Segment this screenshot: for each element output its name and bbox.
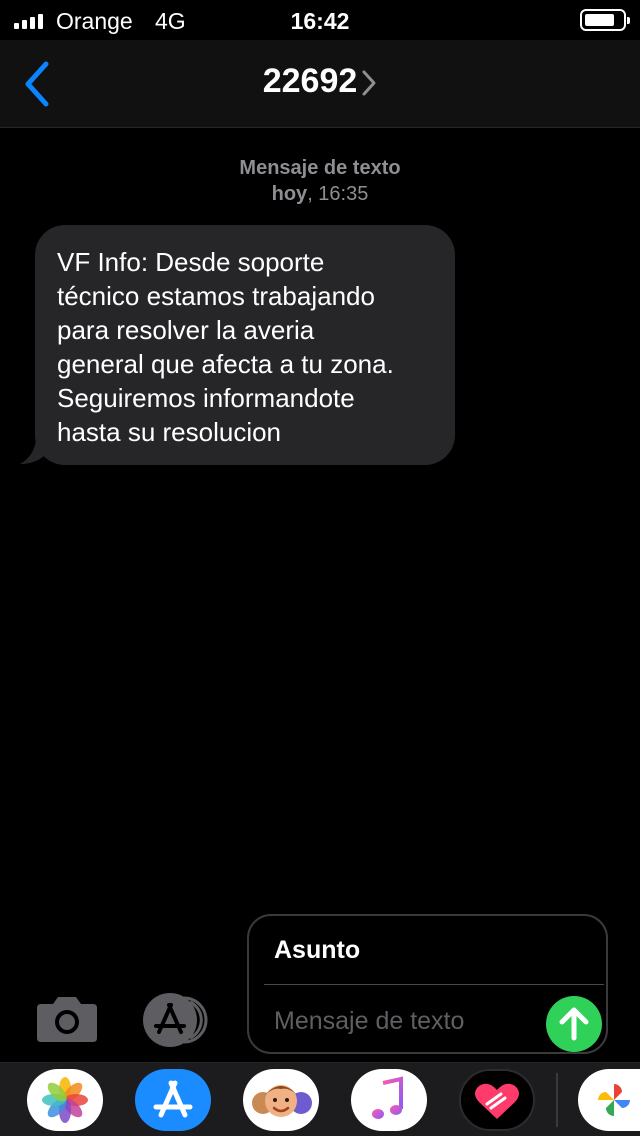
arrow-up-icon xyxy=(559,1007,589,1041)
battery-icon xyxy=(580,9,630,31)
app-drawer xyxy=(0,1062,640,1136)
heart-icon xyxy=(475,1083,519,1119)
status-time: 16:42 xyxy=(290,8,350,34)
message-timestamp: hoy, 16:35 xyxy=(0,181,640,207)
app-store-icon xyxy=(153,1080,193,1118)
subject-input[interactable]: Asunto xyxy=(274,936,360,965)
camera-button[interactable] xyxy=(35,994,99,1044)
send-button[interactable] xyxy=(546,996,602,1052)
battery-level xyxy=(585,14,614,26)
chevron-right-icon xyxy=(362,70,376,96)
messages-screen: Orange 4G 16:42 22692 Mensaje de texto h… xyxy=(0,0,640,1136)
nav-bar: 22692 xyxy=(0,40,640,128)
contact-header-button[interactable]: 22692 xyxy=(0,62,640,101)
message-type-label: Mensaje de texto xyxy=(239,157,401,179)
memoji-icon xyxy=(252,1085,312,1117)
message-line: VF Info: Desde soporte xyxy=(57,247,325,277)
message-input[interactable]: Mensaje de texto xyxy=(274,1007,464,1036)
message-line: hasta su resolucion xyxy=(57,417,282,447)
message-line: general que afecta a tu zona. xyxy=(57,349,394,379)
compose-field: Asunto Mensaje de texto xyxy=(247,914,608,1054)
message-day: hoy xyxy=(271,183,308,205)
battery-nub xyxy=(627,17,630,24)
google-photos-app-button[interactable] xyxy=(578,1069,640,1131)
memoji-app-button[interactable] xyxy=(243,1069,319,1131)
pinwheel-icon xyxy=(598,1084,630,1116)
camera-icon xyxy=(37,997,97,1042)
music-app-button[interactable] xyxy=(351,1069,427,1131)
music-note-icon xyxy=(372,1076,403,1119)
message-line: técnico estamos trabajando xyxy=(57,281,375,311)
digital-touch-app-button[interactable] xyxy=(459,1069,535,1131)
app-store-button[interactable] xyxy=(140,992,214,1048)
photos-app-button[interactable] xyxy=(27,1069,103,1131)
app-store-icon xyxy=(143,993,208,1047)
photos-icon xyxy=(42,1077,88,1123)
received-message-bubble[interactable]: VF Info: Desde soporte técnico estamos t… xyxy=(35,225,455,465)
message-line: para resolver la averia xyxy=(57,315,315,345)
compose-divider xyxy=(264,984,604,985)
drawer-separator xyxy=(556,1073,558,1127)
message-time: , 16:35 xyxy=(307,183,369,205)
contact-name: 22692 xyxy=(262,62,358,100)
message-line: Seguiremos informandote xyxy=(57,383,355,413)
message-meta: Mensaje de texto hoy, 16:35 xyxy=(0,155,640,207)
app-store-app-button[interactable] xyxy=(135,1069,211,1131)
status-bar: Orange 4G 16:42 xyxy=(0,0,640,40)
